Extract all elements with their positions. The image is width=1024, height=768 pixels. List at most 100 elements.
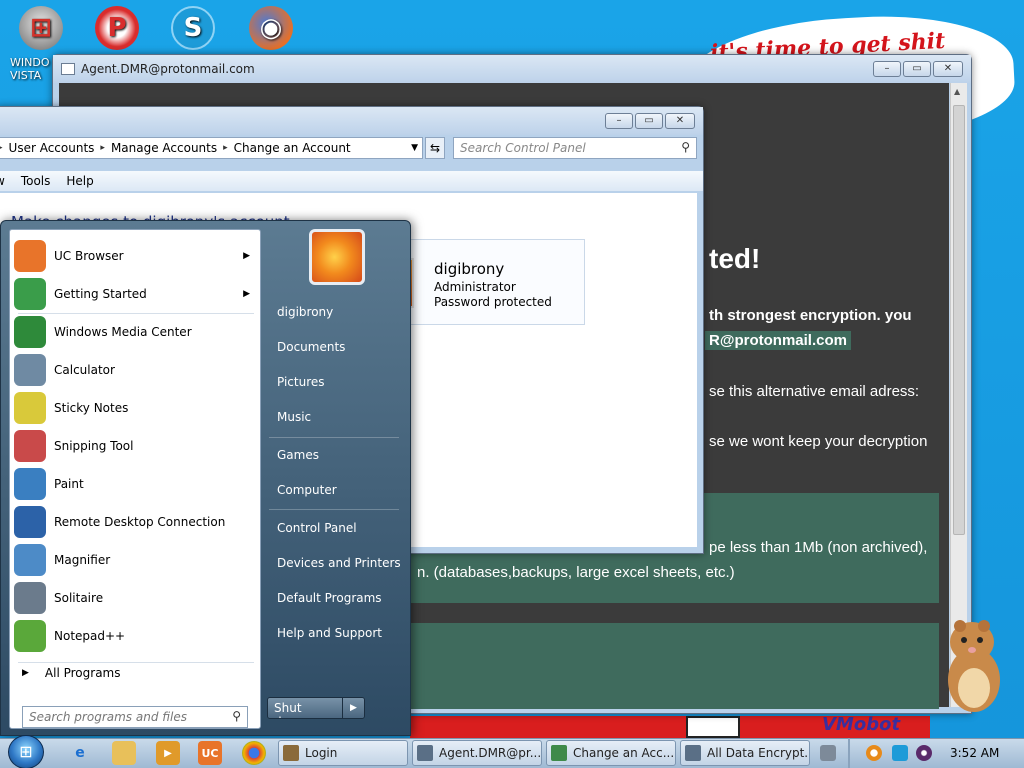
close-button[interactable]: ✕ — [933, 61, 963, 77]
windows-vista-icon: ⊞ — [19, 6, 63, 50]
system-clock[interactable]: 3:52 AM — [950, 746, 999, 760]
close-button[interactable]: ✕ — [665, 113, 695, 129]
search-tray-icon[interactable] — [866, 745, 882, 761]
start-menu-link[interactable]: Pictures — [277, 375, 325, 389]
file-explorer-icon[interactable] — [112, 741, 136, 765]
start-menu-item[interactable]: Paint — [14, 466, 258, 502]
uc-browser-taskbar-icon[interactable]: UC — [198, 741, 222, 765]
start-menu-item[interactable]: Remote Desktop Connection — [14, 504, 258, 540]
magnifier-icon — [14, 544, 46, 576]
start-menu-item-label: Remote Desktop Connection — [54, 515, 226, 529]
scrollbar-thumb[interactable] — [953, 105, 965, 535]
taskbar-button-label: Login — [305, 746, 338, 760]
taskbar-button-login[interactable]: Login — [278, 740, 408, 766]
refresh-icon[interactable]: ⇆ — [425, 137, 445, 159]
start-menu-item[interactable]: Notepad++ — [14, 618, 258, 654]
skype-icon: S — [171, 6, 215, 50]
desktop-icon-label: WINDO VISTA — [10, 56, 50, 82]
divider — [18, 662, 254, 663]
chrome-icon[interactable] — [242, 741, 266, 765]
address-bar[interactable]: ▸ User Accounts ▸ Manage Accounts ▸ Chan… — [0, 137, 423, 159]
start-menu-link[interactable]: Default Programs — [277, 591, 382, 605]
minimize-button[interactable]: – — [605, 113, 633, 129]
all-programs-button[interactable]: ▶ All Programs — [22, 666, 121, 680]
menu-help[interactable]: Help — [66, 174, 93, 188]
start-menu-item[interactable]: Sticky Notes — [14, 390, 258, 426]
desktop-icon-p-app[interactable]: P — [82, 6, 152, 50]
start-menu-link[interactable]: Documents — [277, 340, 345, 354]
start-button[interactable]: ⊞ — [8, 735, 44, 768]
firefox-icon: ◉ — [249, 6, 293, 50]
volume-icon[interactable] — [916, 745, 932, 761]
taskbar-button-change-account[interactable]: Change an Acc... — [546, 740, 676, 766]
start-search-placeholder: Search programs and files — [29, 710, 187, 724]
menu-view[interactable]: w — [0, 174, 5, 188]
getting-started-icon — [14, 278, 46, 310]
breadcrumb-change-account[interactable]: Change an Account — [234, 141, 351, 155]
search-placeholder: Search Control Panel — [460, 141, 586, 155]
desktop-icon-skype[interactable]: S — [158, 6, 228, 50]
search-icon[interactable]: ⚲ — [681, 140, 690, 154]
shutdown-options-icon[interactable]: ▶ — [342, 698, 364, 718]
tray-app-icon[interactable] — [820, 745, 836, 761]
p-app-icon: P — [95, 6, 139, 50]
banner-box — [686, 716, 740, 738]
media-player-icon[interactable]: ▶ — [156, 741, 180, 765]
start-menu-item[interactable]: UC Browser ▶ — [14, 238, 258, 274]
divider — [269, 509, 399, 510]
start-menu-item[interactable]: Calculator — [14, 352, 258, 388]
start-menu-item[interactable]: Windows Media Center — [14, 314, 258, 350]
ransom-text-line: n. (databases,backups, large excel sheet… — [417, 564, 735, 581]
vertical-scrollbar[interactable]: ▲ — [950, 83, 967, 707]
search-icon[interactable]: ⚲ — [232, 709, 241, 723]
breadcrumb-separator-icon: ▸ — [223, 143, 228, 153]
address-dropdown-icon[interactable]: ▼ — [411, 143, 418, 153]
window-icon — [417, 745, 433, 761]
desktop-icon-firefox[interactable]: ◉ — [236, 6, 306, 50]
ransom-text-line: th strongest encryption. you — [709, 307, 912, 324]
start-menu-link[interactable]: Control Panel — [277, 521, 357, 535]
internet-explorer-icon[interactable]: e — [68, 741, 92, 765]
breadcrumb-user-accounts[interactable]: User Accounts — [9, 141, 95, 155]
ransom-info-box — [409, 623, 939, 709]
account-card[interactable]: digibrony Administrator Password protect… — [394, 239, 585, 325]
scroll-up-icon[interactable]: ▲ — [954, 87, 960, 96]
start-menu-link[interactable]: Computer — [277, 483, 337, 497]
menu-tools[interactable]: Tools — [21, 174, 51, 188]
breadcrumb-manage-accounts[interactable]: Manage Accounts — [111, 141, 217, 155]
start-menu: UC Browser ▶ Getting Started ▶ Windows Media… — [0, 220, 411, 736]
chevron-right-icon: ▶ — [22, 668, 29, 678]
start-menu-item-label: Calculator — [54, 363, 115, 377]
user-avatar[interactable] — [309, 229, 365, 285]
taskbar-button-agent-dmr[interactable]: Agent.DMR@pr... — [412, 740, 542, 766]
shutdown-button[interactable]: Shut down ▶ — [267, 697, 365, 719]
control-panel-search-input[interactable]: Search Control Panel ⚲ — [453, 137, 697, 159]
start-search-input[interactable]: Search programs and files ⚲ — [22, 706, 248, 728]
start-menu-link[interactable]: digibrony — [277, 305, 333, 319]
start-menu-link[interactable]: Help and Support — [277, 626, 382, 640]
taskbar-button-all-data-encrypted[interactable]: All Data Encrypt... — [680, 740, 810, 766]
snipping-tool-icon — [14, 430, 46, 462]
maximize-button[interactable]: ▭ — [635, 113, 663, 129]
remote-desktop-icon — [14, 506, 46, 538]
submenu-arrow-icon[interactable]: ▶ — [243, 251, 250, 261]
submenu-arrow-icon[interactable]: ▶ — [243, 289, 250, 299]
login-app-icon — [283, 745, 299, 761]
minimize-button[interactable]: – — [873, 61, 901, 77]
maximize-button[interactable]: ▭ — [903, 61, 931, 77]
account-status: Password protected — [434, 295, 552, 309]
start-menu-link[interactable]: Music — [277, 410, 311, 424]
start-menu-item[interactable]: Solitaire — [14, 580, 258, 616]
start-menu-link[interactable]: Devices and Printers — [277, 556, 401, 570]
network-icon[interactable] — [892, 745, 908, 761]
start-menu-item[interactable]: Magnifier — [14, 542, 258, 578]
start-menu-item-label: Sticky Notes — [54, 401, 129, 415]
notepad-plus-plus-icon — [14, 620, 46, 652]
ransom-window-titlebar[interactable]: Agent.DMR@protonmail.com – ▭ ✕ — [53, 55, 971, 83]
start-menu-item[interactable]: Snipping Tool — [14, 428, 258, 464]
start-menu-link[interactable]: Games — [277, 448, 319, 462]
start-menu-item[interactable]: Getting Started ▶ — [14, 276, 258, 312]
ransom-heading: ted! — [709, 243, 761, 274]
start-menu-item-label: Getting Started — [54, 287, 147, 301]
control-panel-titlebar[interactable]: – ▭ ✕ — [0, 107, 703, 135]
